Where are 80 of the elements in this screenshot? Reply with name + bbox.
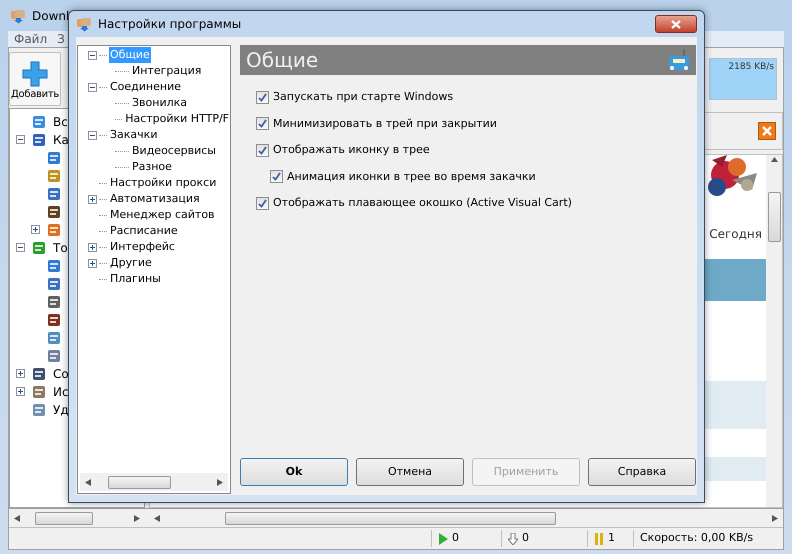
option-label: Анимация иконки в трее во время закачки	[287, 168, 536, 184]
scroll-thumb[interactable]	[35, 512, 93, 524]
tree-item[interactable]: То	[53, 238, 68, 256]
window-title: Downl	[32, 8, 70, 24]
collapse-toggle[interactable]	[88, 130, 97, 140]
scroll-thumb[interactable]	[768, 192, 780, 242]
nav-item[interactable]: Настройки HTTP/F	[124, 110, 230, 128]
speed-reading: 2185 KB/s	[728, 61, 774, 74]
tree-item[interactable]: Ис	[53, 382, 69, 400]
dialog-button[interactable]: Отмена	[356, 458, 464, 486]
close-icon	[762, 126, 772, 136]
checkbox[interactable]	[256, 117, 269, 130]
active-count: 0	[452, 530, 459, 546]
section-title: Общие	[246, 47, 318, 74]
nav-item[interactable]: Плагины	[109, 270, 162, 288]
nav-item[interactable]: Менеджер сайтов	[109, 206, 216, 224]
expand-toggle[interactable]	[31, 225, 40, 234]
dialog-button[interactable]: Справка	[588, 458, 696, 486]
nav-item[interactable]: Звонилка	[131, 94, 188, 112]
nav-item[interactable]: Расписание	[109, 222, 179, 240]
expand-toggle[interactable]	[16, 387, 25, 396]
collapse-toggle[interactable]	[88, 50, 97, 60]
option-label: Отображать плавающее окошко (Active Visual Cart)	[273, 195, 572, 211]
nav-item[interactable]: Интерфейс	[109, 238, 176, 256]
option-label: Запускать при старте Windows	[273, 89, 454, 105]
scroll-right-icon[interactable]	[772, 514, 778, 522]
app-icon	[10, 8, 26, 24]
close-icon	[671, 20, 681, 28]
dialog-button[interactable]: Ok	[240, 458, 348, 486]
vertical-scrollbar[interactable]	[766, 155, 782, 507]
scroll-right-icon[interactable]	[217, 478, 223, 486]
pause-icon	[594, 532, 604, 544]
queued-count: 0	[522, 530, 529, 546]
dialog-title: Настройки программы	[98, 16, 242, 33]
nav-item[interactable]: Видеосервисы	[131, 142, 217, 160]
scroll-left-icon[interactable]	[85, 478, 91, 486]
add-button[interactable]: Добавить	[9, 52, 61, 106]
radio-icon	[668, 48, 690, 72]
nav-item[interactable]: Закачки	[109, 126, 158, 144]
horizontal-scrollbar[interactable]	[80, 473, 228, 491]
checkbox[interactable]	[270, 170, 283, 184]
collapse-toggle[interactable]	[16, 243, 25, 252]
scroll-left-icon[interactable]	[154, 514, 160, 522]
scroll-thumb[interactable]	[225, 512, 556, 524]
speed-status: Скорость: 0,00 KB/s	[633, 530, 783, 547]
checkbox[interactable]	[256, 90, 269, 104]
checkbox[interactable]	[256, 144, 269, 157]
play-icon	[438, 532, 448, 544]
nav-item[interactable]: Разное	[131, 158, 173, 176]
close-button[interactable]	[758, 122, 776, 140]
nav-item[interactable]: Соединение	[109, 78, 182, 96]
expand-toggle[interactable]	[16, 369, 25, 378]
tree-item[interactable]: Уд	[53, 400, 69, 418]
nav-item[interactable]: Автоматизация	[109, 190, 201, 208]
scroll-thumb[interactable]	[108, 476, 172, 488]
menu-item[interactable]: З	[57, 30, 65, 48]
expand-toggle[interactable]	[88, 242, 97, 252]
paused-count: 1	[608, 530, 615, 546]
tree-item[interactable]: Со	[53, 364, 69, 382]
nav-item[interactable]: Другие	[109, 254, 153, 272]
nav-item[interactable]: Настройки прокси	[109, 174, 218, 192]
expand-toggle[interactable]	[88, 258, 97, 268]
option-label: Минимизировать в трей при закрытии	[273, 116, 497, 132]
collapse-toggle[interactable]	[88, 82, 97, 92]
download-arrow-icon	[508, 532, 518, 544]
option-label: Отображать иконку в трее	[273, 142, 430, 158]
scroll-left-icon[interactable]	[14, 514, 20, 522]
scroll-right-icon[interactable]	[134, 514, 140, 522]
checkbox[interactable]	[256, 196, 269, 210]
column-header: Сегодня	[709, 226, 762, 243]
tree-item[interactable]: Вс	[53, 112, 68, 130]
close-button[interactable]	[655, 15, 697, 33]
app-icon	[76, 16, 92, 32]
expand-toggle[interactable]	[88, 194, 97, 204]
scroll-up-icon[interactable]	[770, 157, 778, 162]
plus-icon	[22, 61, 48, 87]
tree-item[interactable]: Ка	[53, 130, 69, 148]
nav-item[interactable]: Интеграция	[131, 62, 202, 80]
menu-item[interactable]: Файл	[14, 30, 48, 48]
collapse-toggle[interactable]	[16, 135, 25, 144]
